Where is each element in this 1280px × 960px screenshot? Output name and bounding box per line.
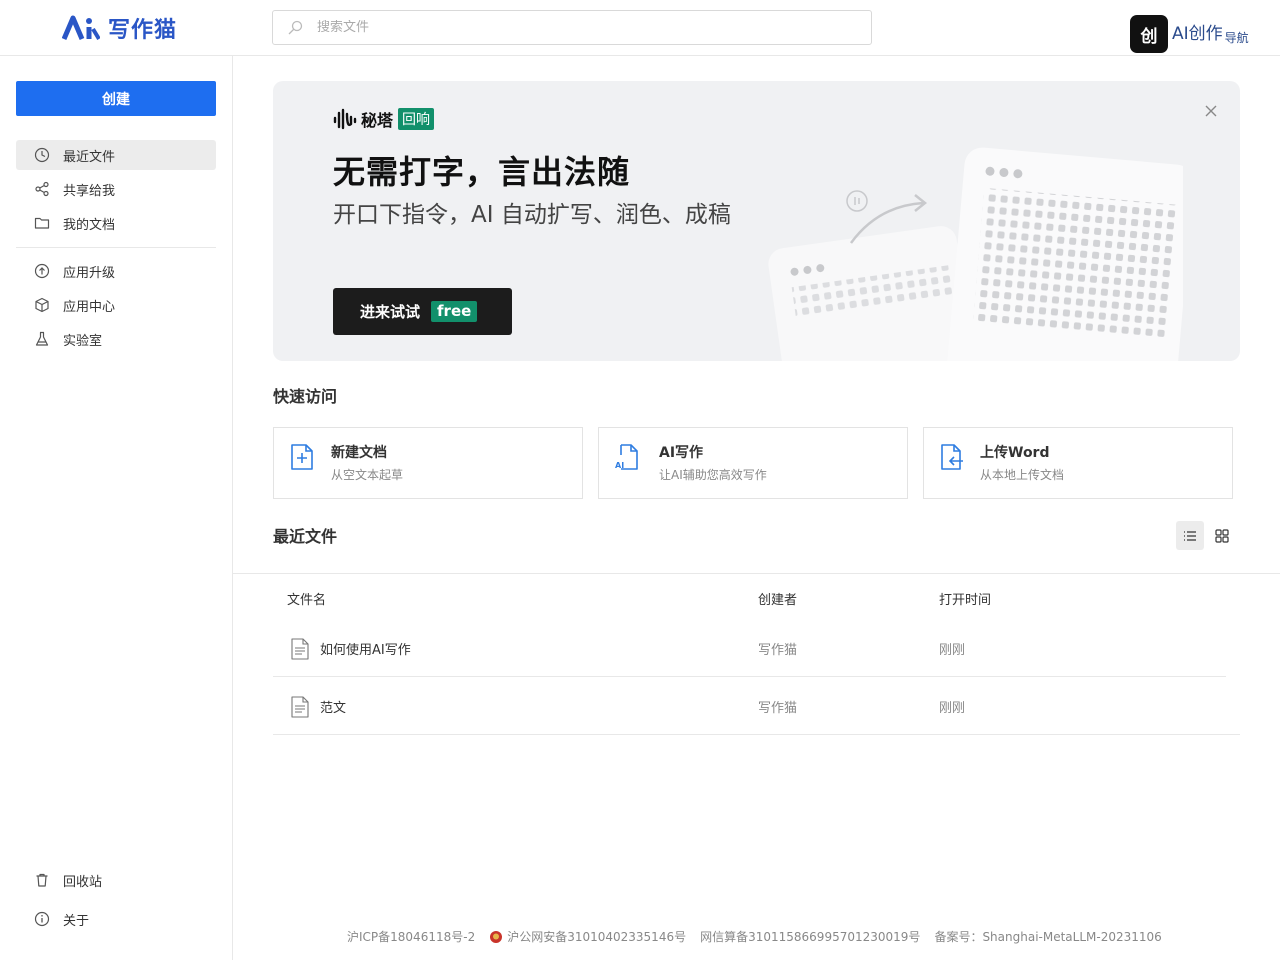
quick-card-subtitle: 让AI辅助您高效写作	[659, 468, 767, 482]
sidebar-nav-secondary: 应用升级 应用中心 实验室	[16, 256, 216, 358]
folder-icon	[34, 217, 50, 229]
quick-card-upload-word[interactable]: 上传Word 从本地上传文档	[923, 427, 1233, 499]
quick-card-new-doc[interactable]: 新建文档 从空文本起草	[273, 427, 583, 499]
police-badge-icon	[490, 930, 503, 943]
quick-access-title: 快速访问	[273, 387, 338, 406]
recent-files-title: 最近文件	[273, 527, 338, 546]
sidebar-item-trash[interactable]: 回收站	[16, 865, 216, 895]
grid-view-button[interactable]	[1208, 521, 1236, 550]
file-creator: 写作猫	[758, 701, 798, 716]
table-row[interactable]: 如何使用AI写作 写作猫 刚刚	[273, 619, 1240, 677]
close-icon[interactable]	[1201, 101, 1221, 121]
document-icon	[291, 638, 309, 660]
info-icon	[34, 911, 50, 927]
footer-algo-record: 网信算备310115866995701230019号	[700, 930, 921, 944]
sidebar-item-label: 实验室	[63, 333, 103, 349]
column-header-time: 打开时间	[939, 593, 992, 608]
table-row[interactable]: 范文 写作猫 刚刚	[273, 677, 1240, 735]
quick-card-title: 上传Word	[980, 445, 1050, 461]
quick-card-ai-writing[interactable]: AI AI写作 让AI辅助您高效写作	[598, 427, 908, 499]
footer-record-number: 备案号：Shanghai-MetaLLM-20231106	[934, 930, 1162, 944]
app-logo[interactable]: 写作猫	[62, 12, 177, 44]
cube-icon	[35, 297, 49, 313]
sidebar-item-label: 共享给我	[63, 183, 116, 199]
brand-name: 秘塔	[361, 111, 394, 130]
watermark-box: 创	[1130, 15, 1168, 53]
column-header-creator: 创建者	[758, 593, 798, 608]
banner-title: 无需打字，言出法随	[333, 153, 631, 191]
promo-banner[interactable]: 秘塔 回响 无需打字，言出法随 开口下指令，AI 自动扩写、润色、成稿 进来试试…	[273, 81, 1240, 361]
sidebar-item-label: 应用升级	[63, 265, 116, 281]
quick-card-subtitle: 从本地上传文档	[980, 468, 1065, 482]
sidebar-nav-bottom: 回收站 关于	[16, 865, 216, 943]
soundwave-icon	[333, 108, 357, 130]
sidebar: 创建 最近文件 共享给我 我的文档 应用升级 应用中心 实验室 回收站 关于	[0, 56, 233, 960]
banner-subtitle: 开口下指令，AI 自动扩写、润色、成稿	[333, 202, 731, 228]
document-icon	[291, 696, 309, 718]
logo-text: 写作猫	[108, 17, 178, 43]
create-button[interactable]: 创建	[16, 81, 216, 116]
sidebar-item-label: 回收站	[63, 874, 103, 890]
sidebar-nav-primary: 最近文件 共享给我 我的文档	[16, 140, 216, 242]
sidebar-item-app-center[interactable]: 应用中心	[16, 290, 216, 320]
clock-icon	[34, 147, 50, 163]
file-name: 如何使用AI写作	[320, 643, 411, 658]
share-icon	[35, 181, 49, 197]
quick-card-title: AI写作	[659, 445, 704, 461]
footer-police-link[interactable]: 沪公网安备31010402335146号	[507, 928, 686, 945]
search-icon	[288, 20, 303, 34]
watermark-text: AI创作	[1172, 23, 1223, 44]
free-tag: free	[431, 301, 478, 322]
top-header: 写作猫 创 AI创作 导航	[0, 0, 1280, 56]
upload-doc-icon	[941, 444, 963, 470]
list-view-icon	[1184, 530, 1196, 541]
banner-brand: 秘塔 回响	[333, 107, 435, 131]
sidebar-item-label: 最近文件	[63, 149, 116, 165]
sidebar-item-lab[interactable]: 实验室	[16, 324, 216, 354]
sidebar-item-about[interactable]: 关于	[16, 904, 216, 934]
footer: 沪ICP备18046118号-2 沪公网安备31010402335146号 网信…	[347, 928, 1176, 945]
quick-card-subtitle: 从空文本起草	[331, 468, 404, 482]
sidebar-item-upgrade[interactable]: 应用升级	[16, 256, 216, 286]
sidebar-item-label: 关于	[63, 913, 90, 929]
row-divider	[273, 734, 1240, 735]
sidebar-item-shared[interactable]: 共享给我	[16, 174, 216, 204]
sidebar-item-label: 应用中心	[63, 299, 116, 315]
try-now-label: 进来试试	[360, 303, 421, 321]
recent-divider	[233, 573, 1280, 574]
sidebar-item-label: 我的文档	[63, 217, 116, 233]
new-doc-icon	[291, 444, 313, 470]
file-open-time: 刚刚	[939, 701, 966, 716]
file-creator: 写作猫	[758, 643, 798, 658]
grid-view-icon	[1215, 528, 1229, 543]
sidebar-item-recent[interactable]: 最近文件	[16, 140, 216, 170]
footer-icp-link[interactable]: 沪ICP备18046118号-2	[347, 928, 475, 945]
column-header-name: 文件名	[287, 593, 327, 608]
brand-tag: 回响	[398, 108, 435, 130]
voice-illustration	[768, 147, 1183, 361]
sidebar-divider	[16, 247, 216, 248]
logo-mark-icon	[62, 15, 100, 41]
svg-text:AI: AI	[615, 461, 624, 470]
quick-card-title: 新建文档	[331, 445, 387, 461]
trash-icon	[36, 873, 48, 887]
file-name: 范文	[320, 701, 347, 716]
ai-doc-icon: AI	[615, 444, 638, 470]
file-open-time: 刚刚	[939, 643, 966, 658]
watermark-text-2: 导航	[1224, 30, 1249, 45]
flask-icon	[35, 331, 49, 346]
watermark-badge: 创 AI创作 导航	[1130, 15, 1249, 53]
try-now-button[interactable]: 进来试试 free	[333, 288, 512, 335]
list-view-button[interactable]	[1176, 521, 1204, 550]
search-input[interactable]	[317, 20, 857, 35]
search-bar[interactable]	[272, 10, 872, 45]
upgrade-icon	[34, 263, 50, 279]
sidebar-item-my-docs[interactable]: 我的文档	[16, 208, 216, 238]
